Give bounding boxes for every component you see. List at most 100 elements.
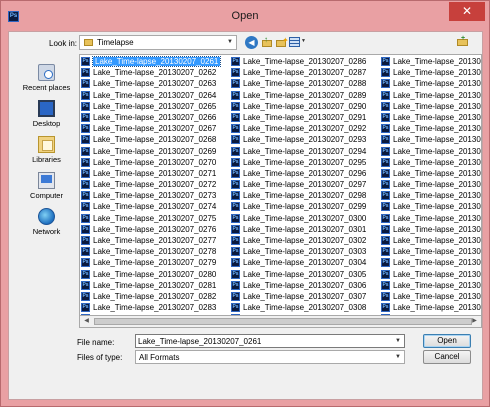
file-item[interactable]: Ps Lake_Time-lapse_20130207_0293	[231, 134, 381, 145]
file-name: Lake_Time-lapse_2013020	[393, 303, 482, 313]
title-bar[interactable]: Ps Open ✕	[1, 1, 489, 31]
file-item[interactable]: PsLake_Time-lapse_2013020	[381, 269, 481, 280]
file-list[interactable]: Ps Lake_Time-lapse_20130207_0261 Ps Lake_Ti…	[79, 54, 482, 316]
file-item[interactable]: PsLake_Time-lapse_2013020	[381, 134, 481, 145]
file-item[interactable]: PsLake_Time-lapse_2013020	[381, 291, 481, 302]
scroll-right-icon[interactable]: ▶	[469, 317, 480, 326]
file-item[interactable]: Ps Lake_Time-lapse_20130207_0304	[231, 257, 381, 268]
file-item[interactable]: Ps Lake_Time-lapse_20130207_0305	[231, 269, 381, 280]
photoshop-file-icon: Ps	[231, 247, 240, 257]
file-item[interactable]: Ps Lake_Time-lapse_20130207_0283	[81, 302, 231, 313]
file-item[interactable]: PsLake_Time-lapse_2013020	[381, 213, 481, 224]
place-computer[interactable]: Computer	[13, 172, 80, 208]
file-item[interactable]: Ps Lake_Time-lapse_20130207_0265	[81, 101, 231, 112]
file-item[interactable]: Ps Lake_Time-lapse_20130207_0297	[231, 179, 381, 190]
file-name: Lake_Time-lapse_20130207_0282	[93, 291, 217, 301]
file-item[interactable]: Ps Lake_Time-lapse_20130207_0290	[231, 101, 381, 112]
file-item[interactable]: Ps Lake_Time-lapse_20130207_0270	[81, 157, 231, 168]
file-item[interactable]: Ps Lake_Time-lapse_20130207_0274	[81, 201, 231, 212]
file-item[interactable]: Ps Lake_Time-lapse_20130207_0278	[81, 246, 231, 257]
filename-combo[interactable]: ▼	[135, 334, 405, 348]
file-item[interactable]: Ps Lake_Time-lapse_20130207_0266	[81, 112, 231, 123]
horizontal-scrollbar[interactable]: ◀ ▶	[79, 316, 482, 328]
file-item[interactable]: Ps Lake_Time-lapse_20130207_0288	[231, 78, 381, 89]
cancel-button[interactable]: Cancel	[423, 350, 471, 364]
file-item[interactable]: PsLake_Time-lapse_2013020	[381, 157, 481, 168]
file-item[interactable]: PsLake_Time-lapse_2013020	[381, 201, 481, 212]
open-button[interactable]: Open	[423, 334, 471, 348]
file-item[interactable]: Ps Lake_Time-lapse_20130207_0303	[231, 246, 381, 257]
file-item[interactable]: Ps Lake_Time-lapse_20130207_0302	[231, 235, 381, 246]
file-item[interactable]: Ps Lake_Time-lapse_20130207_0281	[81, 280, 231, 291]
up-one-level-button[interactable]: ↑	[261, 35, 274, 49]
chevron-down-icon[interactable]: ▼	[224, 36, 236, 49]
place-network[interactable]: Network	[13, 208, 80, 244]
file-item[interactable]: Ps Lake_Time-lapse_20130207_0272	[81, 179, 231, 190]
file-item[interactable]: PsLake_Time-lapse_2013020	[381, 246, 481, 257]
file-item[interactable]: Ps Lake_Time-lapse_20130207_0271	[81, 168, 231, 179]
file-item[interactable]: PsLake_Time-lapse_2013020	[381, 78, 481, 89]
file-item[interactable]: Ps Lake_Time-lapse_20130207_0292	[231, 123, 381, 134]
file-item[interactable]: Ps Lake_Time-lapse_20130207_0275	[81, 213, 231, 224]
file-item[interactable]: PsLake_Time-lapse_2013020	[381, 56, 481, 67]
scrollbar-thumb[interactable]	[94, 318, 472, 325]
place-desktop[interactable]: Desktop	[13, 100, 80, 136]
file-item[interactable]: Ps Lake_Time-lapse_20130207_0280	[81, 269, 231, 280]
file-item[interactable]: Ps Lake_Time-lapse_20130207_0263	[81, 78, 231, 89]
folder-shortcut-button[interactable]: +	[457, 35, 468, 46]
file-item[interactable]: PsLake_Time-lapse_2013020	[381, 146, 481, 157]
file-item[interactable]: Ps Lake_Time-lapse_20130207_0277	[81, 235, 231, 246]
file-item[interactable]: Ps Lake_Time-lapse_20130207_0298	[231, 190, 381, 201]
chevron-down-icon[interactable]: ▼	[392, 335, 404, 348]
file-item[interactable]: Ps Lake_Time-lapse_20130207_0262	[81, 67, 231, 78]
file-item[interactable]: Ps Lake_Time-lapse_20130207_0282	[81, 291, 231, 302]
file-item[interactable]: PsLake_Time-lapse_2013020	[381, 190, 481, 201]
file-item[interactable]: Ps Lake_Time-lapse_20130207_0306	[231, 280, 381, 291]
file-item[interactable]: Ps Lake_Time-lapse_20130207_0279	[81, 257, 231, 268]
file-item[interactable]: Ps Lake_Time-lapse_20130207_0294	[231, 146, 381, 157]
file-item[interactable]: PsLake_Time-lapse_2013020	[381, 67, 481, 78]
place-libraries[interactable]: Libraries	[13, 136, 80, 172]
place-recent-places[interactable]: Recent places	[13, 64, 80, 100]
file-item[interactable]: PsLake_Time-lapse_2013020	[381, 112, 481, 123]
file-item[interactable]: Ps Lake_Time-lapse_20130207_0295	[231, 157, 381, 168]
chevron-down-icon[interactable]: ▼	[392, 351, 404, 364]
file-item[interactable]: PsLake_Time-lapse_2013020	[381, 168, 481, 179]
file-item[interactable]: Ps Lake_Time-lapse_20130207_0296	[231, 168, 381, 179]
file-item[interactable]: Ps Lake_Time-lapse_20130207_0273	[81, 190, 231, 201]
back-button[interactable]: ◀	[245, 36, 258, 49]
file-item[interactable]: PsLake_Time-lapse_2013020	[381, 280, 481, 291]
file-item[interactable]: PsLake_Time-lapse_2013020	[381, 101, 481, 112]
file-item[interactable]: Ps Lake_Time-lapse_20130207_0300	[231, 213, 381, 224]
view-menu-button[interactable]: ▼	[289, 36, 307, 49]
file-item[interactable]: Ps Lake_Time-lapse_20130207_0307	[231, 291, 381, 302]
filetype-dropdown[interactable]: All Formats ▼	[135, 350, 405, 364]
file-item[interactable]: PsLake_Time-lapse_2013020	[381, 302, 482, 313]
file-item[interactable]: Ps Lake_Time-lapse_20130207_0267	[81, 123, 231, 134]
file-item[interactable]: Ps Lake_Time-lapse_20130207_0291	[231, 112, 381, 123]
file-item[interactable]: Ps Lake_Time-lapse_20130207_0261	[81, 56, 231, 67]
file-item[interactable]: Ps Lake_Time-lapse_20130207_0264	[81, 90, 231, 101]
scroll-left-icon[interactable]: ◀	[81, 317, 92, 326]
file-item[interactable]: Ps Lake_Time-lapse_20130207_0286	[231, 56, 381, 67]
file-item[interactable]: Ps Lake_Time-lapse_20130207_0287	[231, 67, 381, 78]
create-new-folder-button[interactable]: ✦	[275, 36, 289, 49]
file-item[interactable]: PsLake_Time-lapse_2013020	[381, 179, 481, 190]
file-name: Lake_Time-lapse_20130207_0301	[243, 224, 367, 234]
file-item[interactable]: Ps Lake_Time-lapse_20130207_0268	[81, 134, 231, 145]
file-item[interactable]: Ps Lake_Time-lapse_20130207_0289	[231, 90, 381, 101]
file-item[interactable]: Ps Lake_Time-lapse_20130207_0269	[81, 146, 231, 157]
filename-input[interactable]	[138, 336, 388, 347]
lookin-dropdown[interactable]: Timelapse ▼	[79, 35, 237, 50]
file-item[interactable]: PsLake_Time-lapse_2013020	[381, 224, 481, 235]
close-button[interactable]: ✕	[449, 2, 485, 21]
file-item[interactable]: PsLake_Time-lapse_2013020	[381, 123, 481, 134]
file-item[interactable]: Ps Lake_Time-lapse_20130207_0299	[231, 201, 381, 212]
file-item[interactable]: Ps Lake_Time-lapse_20130207_0276	[81, 224, 231, 235]
file-item[interactable]: Ps Lake_Time-lapse_20130207_0308	[231, 302, 381, 313]
file-item[interactable]: Ps Lake_Time-lapse_20130207_0301	[231, 224, 381, 235]
file-item[interactable]: PsLake_Time-lapse_2013020	[381, 90, 481, 101]
photoshop-file-icon: Ps	[381, 269, 390, 279]
file-item[interactable]: PsLake_Time-lapse_2013020	[381, 257, 481, 268]
file-item[interactable]: PsLake_Time-lapse_2013020	[381, 235, 481, 246]
